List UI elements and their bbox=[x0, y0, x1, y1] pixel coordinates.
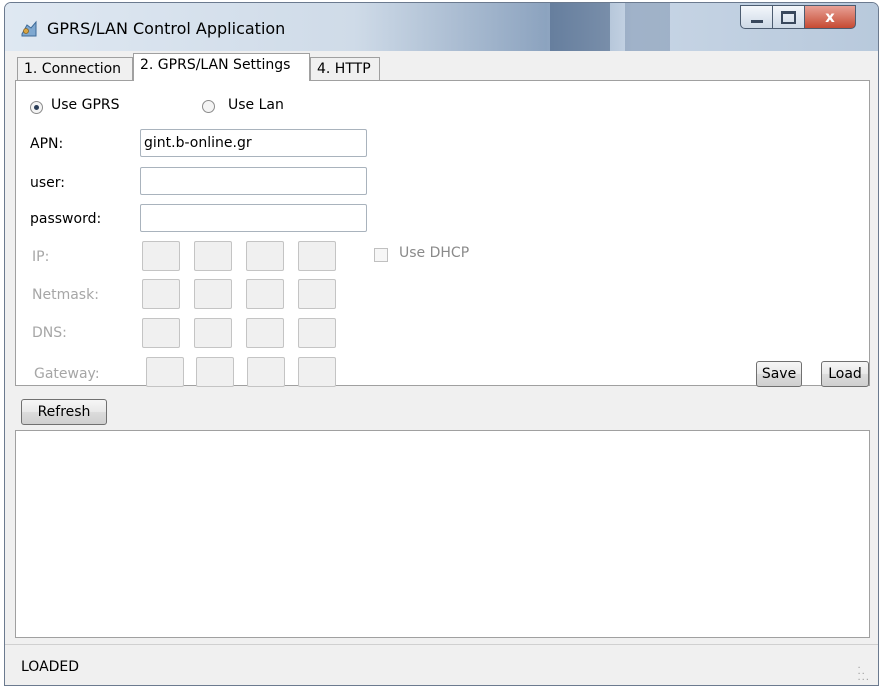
status-text: LOADED bbox=[21, 659, 80, 675]
close-button[interactable]: x bbox=[804, 5, 856, 29]
app-icon bbox=[21, 20, 37, 37]
maximize-icon bbox=[781, 10, 796, 24]
output-area[interactable] bbox=[15, 430, 870, 638]
netmask-octet-4 bbox=[298, 279, 336, 309]
gateway-octet-2 bbox=[196, 357, 234, 387]
dns-octet-3 bbox=[246, 318, 284, 348]
use-gprs-label[interactable]: Use GPRS bbox=[51, 97, 120, 113]
use-lan-label[interactable]: Use Lan bbox=[228, 97, 284, 113]
settings-panel: Use GPRS Use Lan APN: user: password: IP… bbox=[15, 80, 870, 387]
tab-gprs-lan-settings[interactable]: 2. GPRS/LAN Settings bbox=[133, 53, 310, 81]
close-icon: x bbox=[825, 8, 835, 26]
gateway-label: Gateway: bbox=[34, 366, 100, 382]
dns-octet-2 bbox=[194, 318, 232, 348]
ip-octet-2 bbox=[194, 241, 232, 271]
ip-octet-1 bbox=[142, 241, 180, 271]
use-gprs-radio[interactable] bbox=[30, 101, 43, 114]
gateway-octet-1 bbox=[146, 357, 184, 387]
tab-connection[interactable]: 1. Connection bbox=[17, 57, 133, 80]
password-input[interactable] bbox=[140, 204, 367, 232]
dns-octet-4 bbox=[298, 318, 336, 348]
use-dhcp-checkbox[interactable] bbox=[374, 248, 388, 262]
minimize-icon bbox=[750, 19, 763, 23]
ip-octet-3 bbox=[246, 241, 284, 271]
minimize-button[interactable] bbox=[740, 5, 773, 29]
tab-http[interactable]: 4. HTTP bbox=[310, 57, 380, 80]
ip-octet-4 bbox=[298, 241, 336, 271]
load-button[interactable]: Load bbox=[821, 361, 869, 387]
title-bar[interactable]: GPRS/LAN Control Application x bbox=[5, 3, 878, 51]
dns-octet-1 bbox=[142, 318, 180, 348]
netmask-label: Netmask: bbox=[32, 287, 99, 303]
status-bar: LOADED ...... bbox=[5, 644, 878, 685]
user-input[interactable] bbox=[140, 167, 367, 195]
netmask-octet-1 bbox=[142, 279, 180, 309]
app-window: GPRS/LAN Control Application x 1. Connec… bbox=[4, 2, 879, 686]
window-title: GPRS/LAN Control Application bbox=[47, 19, 286, 38]
user-label: user: bbox=[30, 175, 66, 191]
password-label: password: bbox=[30, 211, 102, 227]
apn-input[interactable] bbox=[140, 129, 367, 157]
gateway-octet-4 bbox=[298, 357, 336, 387]
use-lan-radio[interactable] bbox=[202, 100, 215, 113]
use-dhcp-label[interactable]: Use DHCP bbox=[399, 245, 469, 261]
ip-label: IP: bbox=[32, 249, 50, 265]
maximize-button[interactable] bbox=[772, 5, 805, 29]
refresh-button[interactable]: Refresh bbox=[21, 399, 107, 425]
resize-grip-icon[interactable]: ...... bbox=[857, 661, 870, 683]
netmask-octet-2 bbox=[194, 279, 232, 309]
netmask-octet-3 bbox=[246, 279, 284, 309]
dns-label: DNS: bbox=[32, 325, 67, 341]
gateway-octet-3 bbox=[247, 357, 285, 387]
save-button[interactable]: Save bbox=[756, 361, 802, 387]
apn-label: APN: bbox=[30, 136, 64, 152]
